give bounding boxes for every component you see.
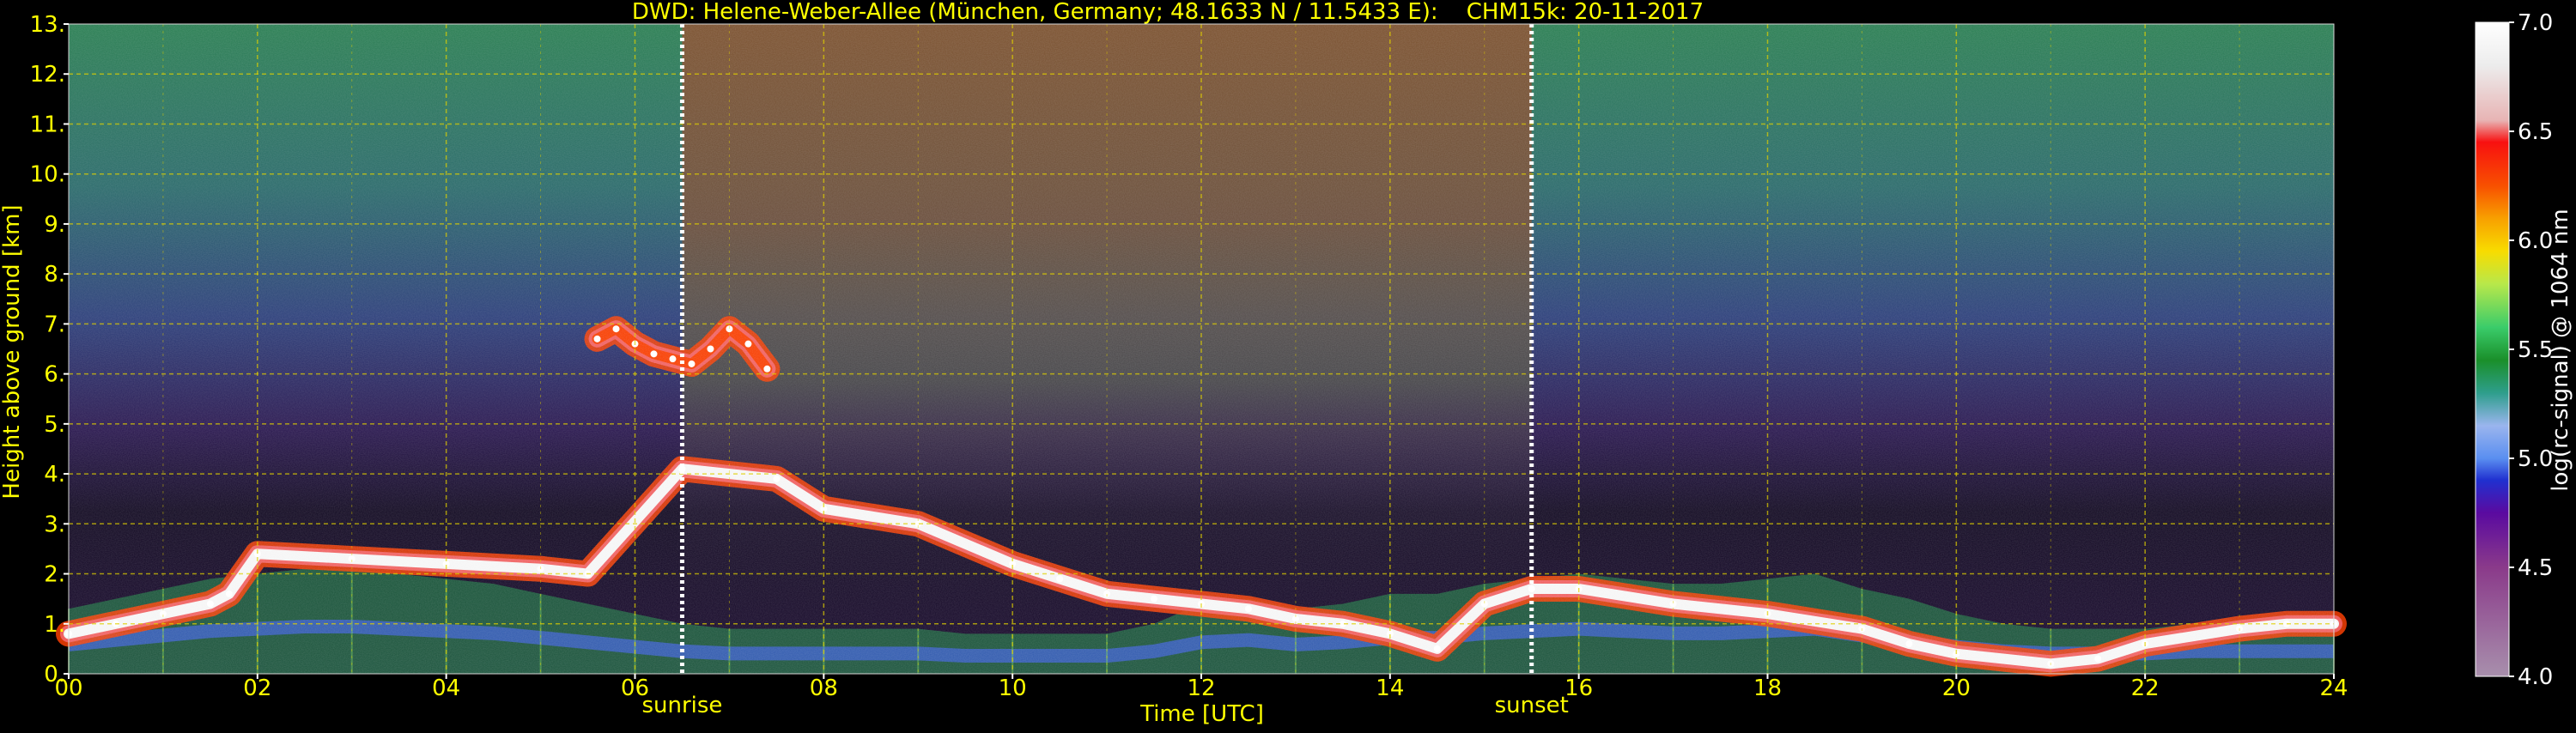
y-tick-label: 6. (44, 362, 65, 388)
x-tick-label: 20 (1942, 675, 1971, 701)
colorbar-tick-label: 7.0 (2518, 10, 2553, 36)
sun-event-labels: sunrise sunset (641, 693, 1568, 718)
colorbar-scale (2475, 21, 2510, 677)
colorbar-label: log(rc-signal) @ 1064 nm (2548, 209, 2573, 491)
x-tick-label: 24 (2319, 675, 2348, 701)
y-tick-label: 9. (44, 212, 65, 238)
y-axis-ticks: 0. 1. 2. 3. 4. 5. 6. 7. 8. 9. 10. 11. 12. 13. (30, 12, 69, 688)
x-tick-label: 02 (243, 675, 271, 701)
sunset-label: sunset (1495, 693, 1569, 718)
ceilometer-figure: 00 02 04 06 08 10 12 14 16 18 20 22 24 0. 1. 2. 3. 4. 5. 6… (0, 0, 2576, 730)
colorbar: 4.04.55.05.56.06.57.0 log(rc-signal) @ 1… (2475, 10, 2573, 690)
y-tick-label: 1. (44, 612, 65, 638)
y-tick-label: 11. (30, 112, 65, 137)
y-tick-label: 7. (44, 312, 65, 337)
y-tick-label: 0. (44, 662, 65, 688)
x-tick-label: 10 (999, 675, 1027, 701)
sunrise-label: sunrise (641, 693, 722, 718)
colorbar-tick-label: 6.5 (2518, 119, 2553, 145)
x-tick-label: 14 (1376, 675, 1404, 701)
y-tick-label: 3. (44, 512, 65, 537)
colorbar-tick-label: 4.5 (2518, 555, 2553, 581)
x-tick-label: 16 (1564, 675, 1593, 701)
y-tick-label: 8. (44, 262, 65, 288)
ceilometer-chart: 00 02 04 06 08 10 12 14 16 18 20 22 24 0.1.2.3.4.5.6… (0, 0, 2573, 727)
x-tick-label: 12 (1187, 675, 1215, 701)
plot-area (56, 23, 2347, 677)
x-tick-label: 22 (2131, 675, 2160, 701)
x-tick-label: 08 (810, 675, 838, 701)
colorbar-tick-label: 4.0 (2518, 664, 2553, 690)
y-tick-label: 5. (44, 412, 65, 438)
chart-title: DWD: Helene-Weber-Allee (München, German… (632, 0, 1704, 25)
x-tick-label: 04 (432, 675, 460, 701)
x-axis-ticks: 00 02 04 06 08 10 12 14 16 18 20 22 24 (54, 674, 2348, 701)
y-tick-label: 10. (30, 162, 65, 188)
y-tick-label: 2. (44, 562, 65, 588)
y-tick-label: 13. (30, 12, 65, 38)
y-tick-label: 4. (44, 462, 65, 488)
y-axis-label: Height above ground [km] (0, 204, 25, 499)
x-axis-label: Time [UTC] (1139, 701, 1264, 727)
x-tick-label: 18 (1753, 675, 1782, 701)
y-tick-label: 12. (30, 62, 65, 88)
colorbar-ticks: 4.04.55.05.56.06.57.0 (2509, 10, 2553, 690)
